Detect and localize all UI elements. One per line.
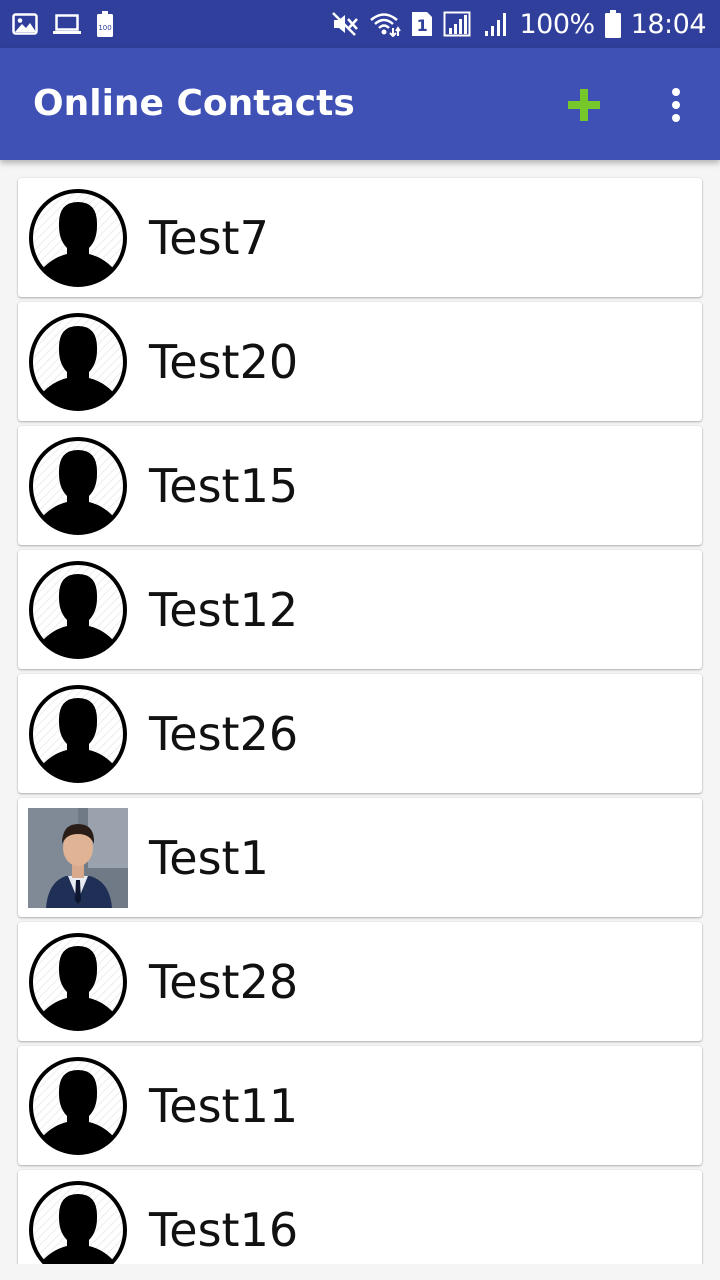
contact-name: Test16 — [149, 1203, 299, 1257]
battery-icon — [604, 10, 621, 38]
contact-name: Test1 — [149, 831, 269, 885]
plus-icon — [568, 89, 600, 121]
contact-name: Test15 — [149, 459, 299, 513]
signal-icon — [443, 11, 473, 37]
contact-card[interactable]: Test26 — [18, 674, 702, 793]
contact-card[interactable]: Test11 — [18, 1046, 702, 1165]
contact-card[interactable]: Test28 — [18, 922, 702, 1041]
signal-icon — [483, 11, 509, 37]
add-contact-button[interactable] — [560, 81, 608, 129]
contact-card[interactable]: Test12 — [18, 550, 702, 669]
svg-text:100: 100 — [98, 24, 111, 32]
status-left-icons: 100 — [12, 11, 114, 37]
contact-name: Test26 — [149, 707, 299, 761]
image-icon — [12, 12, 38, 36]
sim-icon: 1 — [411, 11, 433, 37]
bottom-strip — [0, 1264, 720, 1280]
clock: 18:04 — [630, 8, 707, 40]
avatar — [28, 932, 128, 1032]
contact-name: Test12 — [149, 583, 299, 637]
contact-card[interactable]: Test16 — [18, 1170, 702, 1264]
contact-name: Test28 — [149, 955, 299, 1009]
contact-card[interactable]: Test15 — [18, 426, 702, 545]
avatar — [28, 1180, 128, 1264]
battery-saver-icon: 100 — [96, 11, 114, 37]
avatar — [28, 436, 128, 536]
sim-slot-label: 1 — [417, 16, 428, 35]
avatar-photo — [28, 808, 128, 908]
avatar — [28, 684, 128, 784]
more-options-button[interactable] — [652, 81, 700, 129]
app-bar: Online Contacts — [0, 48, 720, 160]
contact-list[interactable]: Test7 Test20 Test15 Test12 Test26 Test1 … — [0, 160, 720, 1264]
status-bar: 100 1 100% 18:04 — [0, 0, 720, 48]
contact-name: Test7 — [149, 211, 269, 265]
avatar — [28, 560, 128, 660]
battery-percent: 100% — [519, 8, 595, 40]
avatar — [28, 1056, 128, 1156]
contact-name: Test11 — [149, 1079, 299, 1133]
laptop-icon — [52, 12, 82, 36]
contact-card[interactable]: Test20 — [18, 302, 702, 421]
page-title: Online Contacts — [33, 83, 355, 124]
contact-card[interactable]: Test1 — [18, 798, 702, 917]
more-vert-icon — [672, 88, 680, 122]
contact-card[interactable]: Test7 — [18, 178, 702, 297]
avatar — [28, 188, 128, 288]
status-right: 1 100% 18:04 — [331, 8, 707, 40]
wifi-icon — [369, 11, 402, 37]
mute-icon — [331, 11, 359, 37]
avatar — [28, 312, 128, 412]
contact-name: Test20 — [149, 335, 299, 389]
